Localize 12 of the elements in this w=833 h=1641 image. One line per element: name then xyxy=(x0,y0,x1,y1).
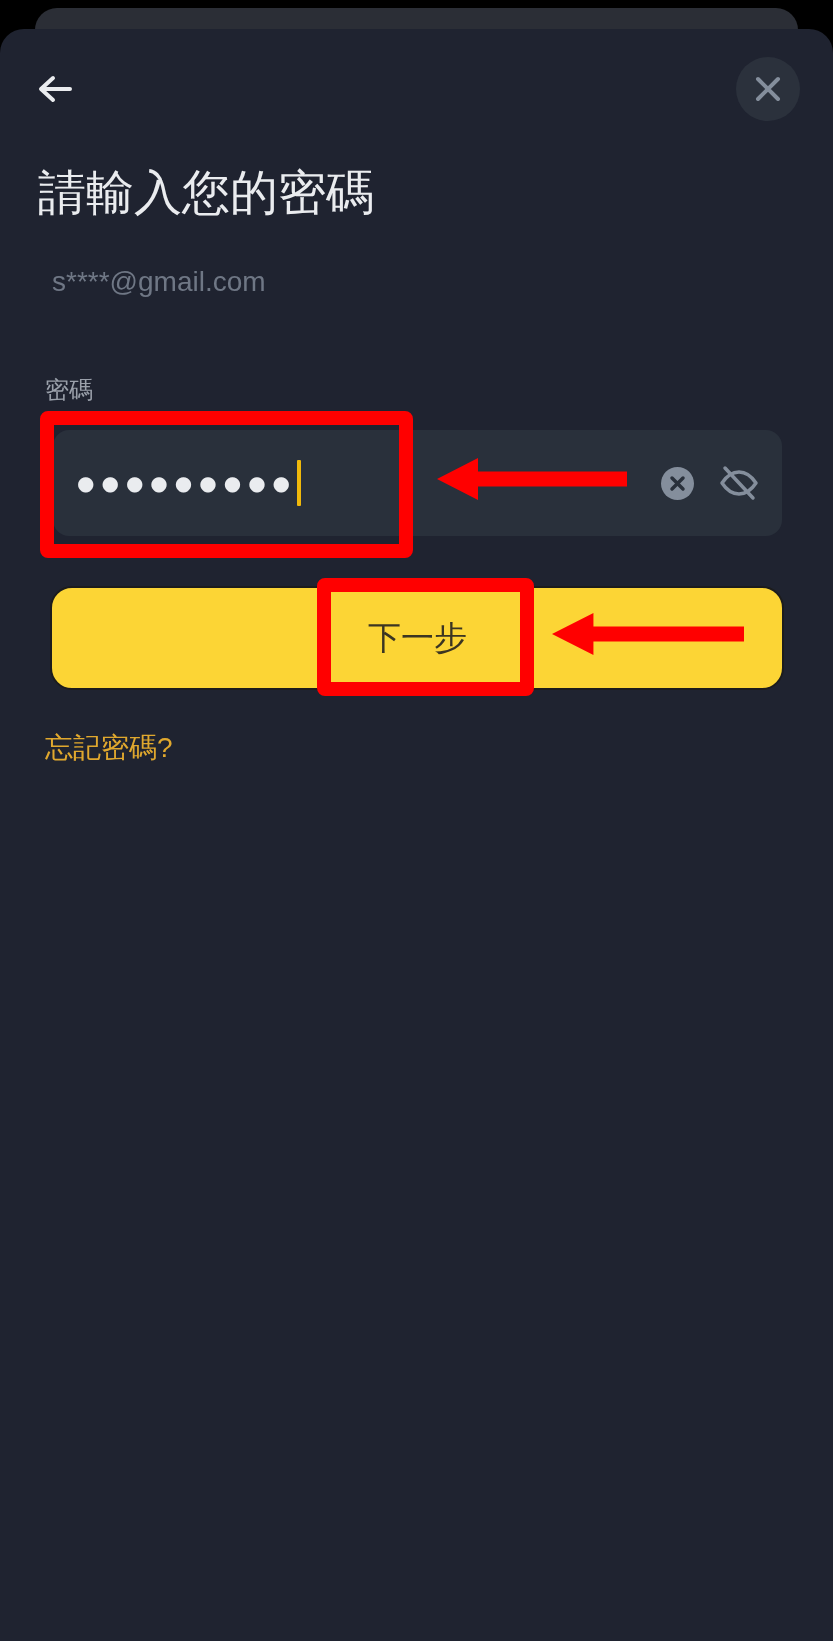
back-button[interactable] xyxy=(38,75,72,103)
field-label: 密碼 xyxy=(45,375,93,405)
arrow-left-icon xyxy=(38,75,72,103)
eye-off-icon xyxy=(719,465,759,501)
visibility-toggle-button[interactable] xyxy=(719,465,759,501)
close-icon xyxy=(755,76,781,102)
clear-button[interactable] xyxy=(661,466,694,500)
clear-icon xyxy=(661,466,694,500)
account-email: s****@gmail.com xyxy=(52,265,266,299)
forgot-password-link[interactable]: 忘記密碼? xyxy=(45,731,173,765)
password-field[interactable]: ●●●●●●●●● xyxy=(53,430,782,536)
page-title: 請輸入您的密碼 xyxy=(38,165,374,221)
